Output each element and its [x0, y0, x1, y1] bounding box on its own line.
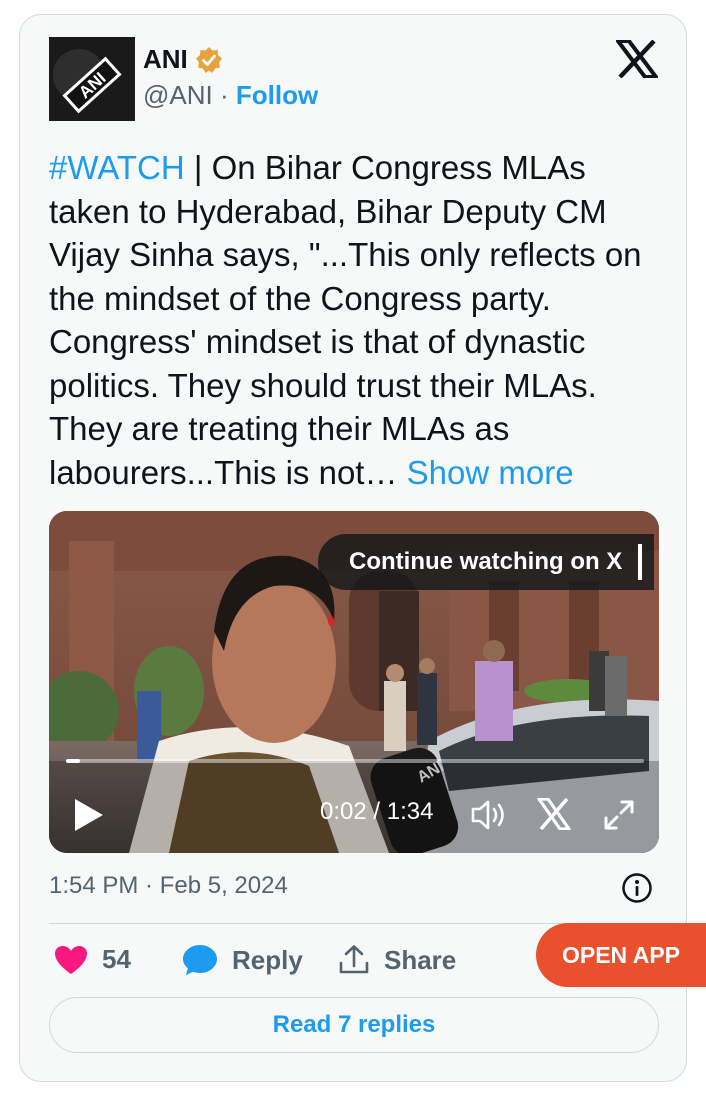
- show-more-link[interactable]: Show more: [407, 454, 574, 491]
- fullscreen-icon[interactable]: [602, 798, 636, 832]
- author-handle-row: @ANI · Follow: [143, 80, 318, 111]
- info-icon[interactable]: [621, 872, 653, 904]
- verified-badge-icon: [195, 46, 222, 73]
- reply-label: Reply: [232, 944, 303, 975]
- continue-watching-label: Continue watching on X: [349, 548, 623, 575]
- play-icon[interactable]: [73, 797, 105, 833]
- continue-watching-marker: [638, 544, 642, 580]
- share-label: Share: [384, 944, 457, 975]
- continue-watching-button[interactable]: Continue watching on X: [318, 534, 654, 590]
- read-replies-button[interactable]: Read 7 replies: [49, 997, 659, 1053]
- x-logo-icon[interactable]: [616, 40, 658, 78]
- likes-count: 54: [102, 944, 131, 974]
- video-progress-fill: [66, 759, 80, 763]
- like-button[interactable]: 54: [54, 944, 131, 975]
- tweet-text: #WATCH | On Bihar Congress MLAs taken to…: [49, 146, 659, 494]
- follow-button[interactable]: Follow: [236, 80, 318, 110]
- heart-icon: [55, 945, 87, 974]
- author-handle[interactable]: @ANI: [143, 80, 213, 110]
- tweet-timestamp[interactable]: 1:54 PM · Feb 5, 2024: [49, 872, 288, 900]
- reply-bubble-icon: [183, 945, 217, 975]
- x-logo-small-icon[interactable]: [537, 798, 571, 830]
- share-button[interactable]: Share: [338, 944, 456, 976]
- reply-button[interactable]: Reply: [182, 944, 303, 976]
- volume-icon[interactable]: [470, 798, 508, 832]
- author-name[interactable]: ANI: [143, 44, 188, 75]
- tweet-body: | On Bihar Congress MLAs taken to Hydera…: [49, 149, 642, 491]
- video-progress-bar[interactable]: [66, 759, 644, 763]
- author-avatar[interactable]: ANI: [49, 37, 135, 121]
- hashtag-link[interactable]: #WATCH: [49, 149, 185, 186]
- open-app-button[interactable]: OPEN APP: [536, 923, 706, 987]
- video-time: 0:02 / 1:34: [320, 798, 434, 825]
- read-replies-label: Read 7 replies: [272, 1011, 436, 1038]
- share-icon: [339, 945, 369, 974]
- handle-separator: ·: [219, 80, 229, 110]
- author-name-row: ANI: [143, 44, 223, 75]
- open-app-label: OPEN APP: [561, 941, 680, 968]
